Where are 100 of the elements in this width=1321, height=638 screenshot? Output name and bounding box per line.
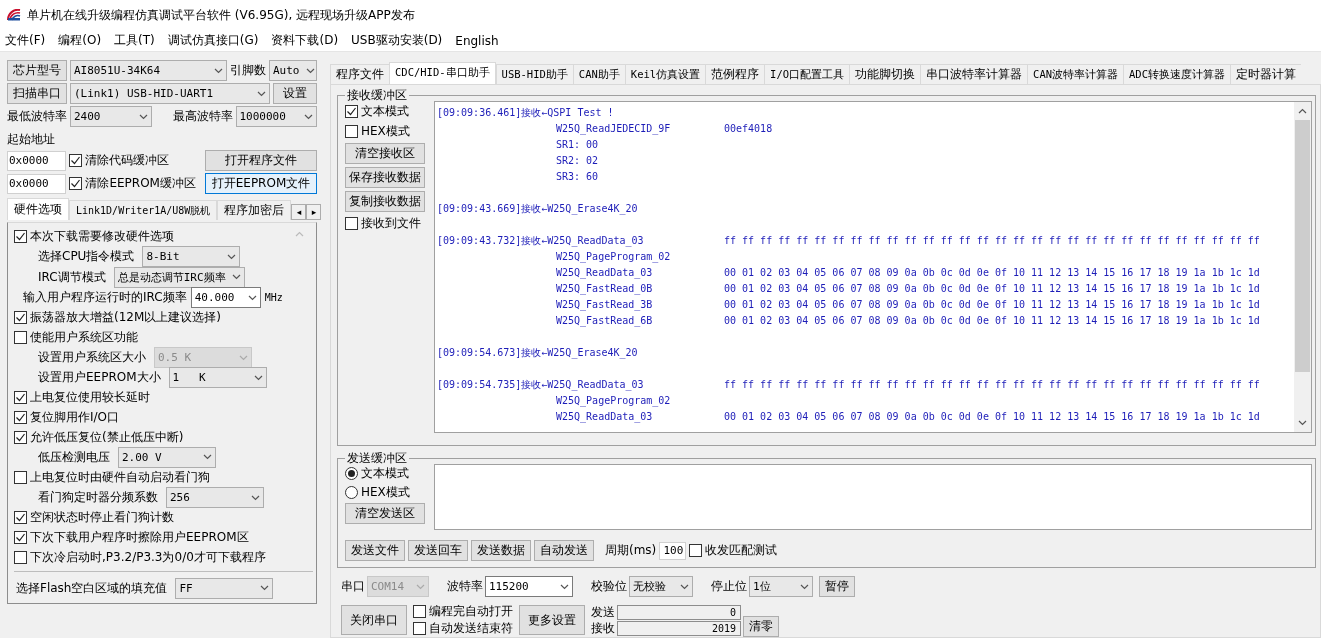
checkbox[interactable]: [345, 105, 358, 118]
radio-label: 文本模式: [361, 465, 409, 482]
address-field[interactable]: 0x0000: [7, 150, 67, 171]
tab[interactable]: CDC/HID-串口助手: [389, 62, 496, 84]
checkbox[interactable]: [14, 411, 27, 425]
tab[interactable]: USB-HID助手: [495, 64, 573, 84]
radio-button[interactable]: [345, 486, 358, 499]
menu-item[interactable]: 资料下载(D): [271, 32, 339, 49]
open-file-button[interactable]: 打开EEPROM文件: [205, 173, 317, 194]
dropdown[interactable]: 2.00 V: [118, 446, 216, 468]
more-settings-button[interactable]: 更多设置: [519, 605, 585, 635]
dropdown[interactable]: 1 K: [168, 367, 267, 389]
scan-port-button[interactable]: 扫描串口: [7, 83, 67, 104]
address-field[interactable]: 0x0000: [7, 173, 67, 194]
tab[interactable]: CAN波特率计算器: [1027, 64, 1124, 84]
scrollbar-thumb[interactable]: [1295, 120, 1310, 372]
log-data: 00ef4018: [724, 122, 774, 136]
checkbox-label: 收发匹配测试: [705, 542, 778, 559]
action-button[interactable]: 清空接收区: [345, 143, 425, 164]
checkbox[interactable]: [69, 177, 83, 190]
scroll-up-icon: [1298, 108, 1307, 114]
option-label: 选择CPU指令模式: [38, 248, 135, 266]
checkbox[interactable]: [14, 550, 27, 564]
checkbox-label: 接收到文件: [361, 215, 421, 232]
send-text-field[interactable]: [434, 464, 1312, 530]
tab[interactable]: CAN助手: [572, 64, 625, 84]
send-action-button[interactable]: 发送回车: [408, 540, 468, 561]
tab[interactable]: ADC转换速度计算器: [1123, 64, 1230, 84]
tab-scroll-button[interactable]: ▸: [306, 204, 322, 220]
dropdown[interactable]: 无校验: [629, 576, 693, 597]
close-port-button[interactable]: 关闭串口: [341, 605, 407, 635]
checkbox[interactable]: [14, 230, 27, 244]
dropdown[interactable]: Auto: [269, 60, 317, 81]
menu-item[interactable]: 编程(O): [58, 32, 102, 49]
checkbox[interactable]: [14, 511, 27, 525]
checkbox[interactable]: [413, 605, 426, 618]
tab[interactable]: 定时器计算: [1230, 64, 1301, 84]
option-label: IRC调节模式: [38, 268, 106, 286]
checkbox[interactable]: [345, 125, 358, 138]
chip-type-button[interactable]: 芯片型号: [7, 60, 67, 81]
option-label: 设置用户EEPROM大小: [38, 369, 161, 387]
tab[interactable]: Link1D/Writer1A/U8W脱机: [69, 200, 218, 220]
combo-field[interactable]: 40.000: [190, 287, 261, 309]
checkbox-label: 自动发送结束符: [429, 620, 513, 637]
send-action-button[interactable]: 发送文件: [345, 540, 405, 561]
dropdown[interactable]: 2400: [70, 106, 152, 127]
tab-scroll-button[interactable]: ◂: [291, 204, 307, 220]
open-file-button[interactable]: 打开程序文件: [205, 150, 317, 171]
option-label: 低压检测电压: [38, 448, 110, 466]
menu-item[interactable]: 文件(F): [5, 32, 46, 49]
send-action-button[interactable]: 自动发送: [534, 540, 594, 561]
checkbox[interactable]: [14, 311, 27, 325]
checkbox[interactable]: [14, 530, 27, 544]
settings-button[interactable]: 设置: [272, 83, 317, 104]
scrollbar[interactable]: [1294, 102, 1311, 432]
tab[interactable]: Keil仿真设置: [624, 64, 706, 84]
menu-item[interactable]: 调试仿真接口(G): [167, 32, 259, 49]
field-label: 最高波特率: [172, 108, 233, 125]
dropdown[interactable]: FF: [175, 577, 274, 599]
dropdown[interactable]: 115200: [485, 576, 573, 597]
tab[interactable]: I/O口配置工具: [764, 64, 850, 84]
action-button[interactable]: 复制接收数据: [345, 191, 425, 212]
dropdown[interactable]: 1000000: [235, 106, 317, 127]
action-button[interactable]: 保存接收数据: [345, 167, 425, 188]
pause-button[interactable]: 暂停: [819, 576, 855, 597]
reset-button[interactable]: 清零: [743, 616, 779, 637]
clear-send-button[interactable]: 清空发送区: [345, 503, 425, 524]
menu-item[interactable]: 工具(T): [114, 32, 155, 49]
tab[interactable]: 范例程序: [705, 64, 765, 84]
menu-item[interactable]: USB驱动安装(D): [351, 32, 443, 49]
field-label: 引脚数: [230, 62, 266, 79]
tab[interactable]: 硬件选项: [7, 198, 69, 220]
dropdown[interactable]: 8-Bit: [142, 246, 241, 268]
checkbox[interactable]: [14, 471, 27, 484]
menu-item[interactable]: English: [455, 33, 499, 48]
tab[interactable]: 程序加密后: [217, 200, 292, 220]
dropdown[interactable]: AI8051U-34K64: [70, 60, 227, 81]
tab[interactable]: 程序文件: [330, 64, 389, 84]
log-header: [09:09:54.735]接收←W25Q_ReadData_03: [437, 378, 645, 393]
option-label: 选择Flash空白区域的填充值: [16, 579, 168, 597]
dropdown[interactable]: (Link1) USB-HID-UART1: [70, 83, 270, 104]
dropdown[interactable]: 1位: [749, 576, 813, 597]
checkbox[interactable]: [69, 154, 83, 167]
tab[interactable]: 功能脚切换: [849, 64, 921, 84]
checkbox[interactable]: [14, 391, 27, 405]
radio-button[interactable]: [345, 467, 358, 480]
send-action-button[interactable]: 发送数据: [471, 540, 531, 561]
checkbox-label: 文本模式: [361, 103, 409, 120]
checkbox[interactable]: [14, 430, 27, 444]
checkbox[interactable]: [689, 544, 703, 557]
caret-icon: [800, 583, 809, 590]
dropdown[interactable]: 总是动态调节IRC频率: [113, 266, 245, 288]
dropdown[interactable]: 256: [166, 487, 264, 509]
tab[interactable]: 串口波特率计算器: [920, 64, 1028, 84]
period-field[interactable]: 100: [659, 541, 687, 560]
checkbox[interactable]: [14, 330, 27, 344]
checkbox[interactable]: [413, 622, 426, 635]
log-header: [09:09:43.669]接收←W25Q_Erase4K_20: [437, 202, 639, 217]
log-data: ff ff ff ff ff ff ff ff ff ff ff ff ff ff ff ff ff ff ff ff ff ff ff ff ff ff ff ff ff ff: [724, 378, 1261, 392]
checkbox[interactable]: [345, 217, 358, 230]
